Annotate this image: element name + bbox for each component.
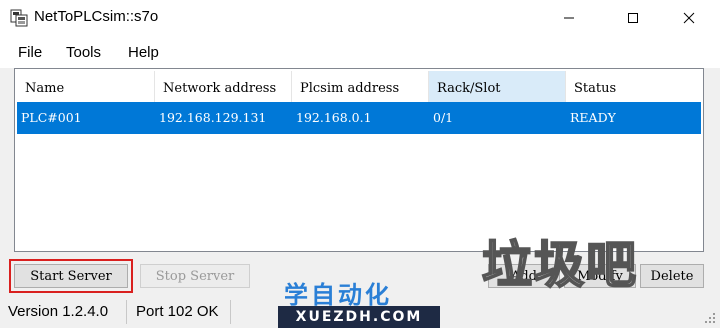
status-separator xyxy=(126,300,127,324)
cell-network-address: 192.168.129.131 xyxy=(159,110,267,125)
cell-rack-slot: 0/1 xyxy=(433,110,454,125)
close-button[interactable] xyxy=(666,0,712,36)
watermark-site-name: 学自动化 xyxy=(284,281,392,309)
minimize-button[interactable] xyxy=(546,0,592,36)
cell-name: PLC#001 xyxy=(21,110,82,125)
close-icon xyxy=(683,12,695,24)
stop-server-button[interactable]: Stop Server xyxy=(140,264,250,288)
cell-status: READY xyxy=(570,110,616,125)
maximize-icon xyxy=(628,13,638,23)
app-icon xyxy=(10,9,28,27)
title-bar: NetToPLCsim::s7o xyxy=(0,0,720,36)
watermark-url: XUEZDH.COM xyxy=(278,306,440,328)
start-server-button[interactable]: Start Server xyxy=(9,259,133,293)
minimize-icon xyxy=(564,17,574,19)
cell-plcsim-address: 192.168.0.1 xyxy=(296,110,372,125)
delete-button[interactable]: Delete xyxy=(640,264,704,288)
version-label: Version 1.2.4.0 xyxy=(8,303,109,320)
menu-help[interactable]: Help xyxy=(128,44,159,61)
menu-file[interactable]: File xyxy=(18,44,42,61)
port-status-label: Port 102 OK xyxy=(136,303,219,320)
menu-bar: File Tools Help xyxy=(0,36,720,68)
maximize-button[interactable] xyxy=(610,0,656,36)
window-title: NetToPLCsim::s7o xyxy=(34,8,159,25)
resize-grip-icon[interactable] xyxy=(704,312,716,324)
table-row[interactable]: PLC#001 192.168.129.131 192.168.0.1 0/1 … xyxy=(17,102,701,134)
watermark-text: 垃圾吧 xyxy=(481,235,638,295)
status-separator xyxy=(230,300,231,324)
menu-tools[interactable]: Tools xyxy=(66,44,101,61)
